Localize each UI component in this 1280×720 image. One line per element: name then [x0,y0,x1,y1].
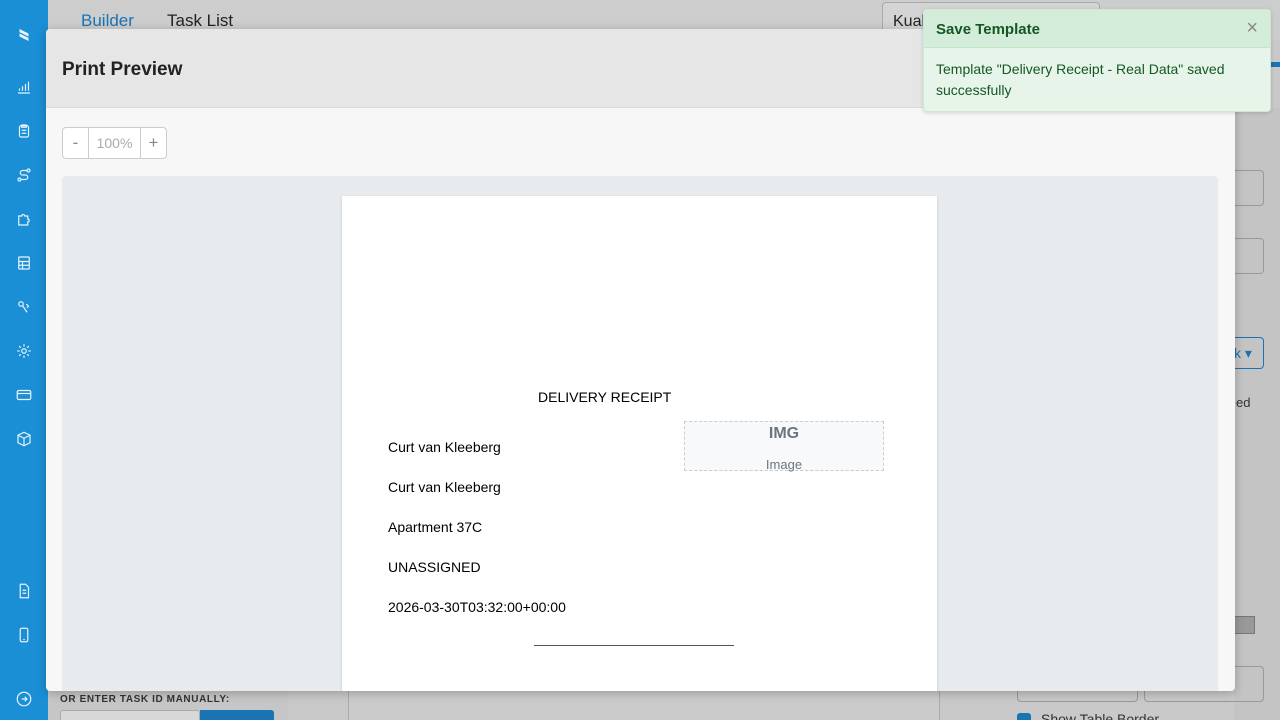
image-placeholder: IMG Image [684,421,884,472]
signature-line [534,645,734,646]
success-toast: Save Template × Template "Delivery Recei… [923,9,1271,112]
task-id-input[interactable] [60,710,200,720]
gas-icon[interactable] [12,295,36,319]
zoom-out-button[interactable]: - [63,128,88,158]
sidebar [0,0,48,720]
card-icon[interactable] [12,383,36,407]
receipt-line: UNASSIGNED [388,559,481,575]
phone-icon[interactable] [12,623,36,647]
color-swatch[interactable] [1234,616,1255,634]
property-text: ed [1236,395,1251,410]
show-table-border-label: Show Table Border [1041,711,1160,720]
preview-area: DELIVERY RECEIPT Curt van Kleeberg Curt … [62,176,1218,691]
puzzle-icon[interactable] [12,207,36,231]
task-id-submit-button[interactable] [200,710,274,720]
receipt-line: Curt van Kleeberg [388,439,501,455]
toast-message: Template "Delivery Receipt - Real Data" … [936,61,1225,98]
zoom-control: - 100% + [62,127,167,159]
box-icon[interactable] [12,427,36,451]
zoom-level: 100% [88,128,141,158]
logo-icon[interactable] [12,23,36,47]
toast-title: Save Template [936,21,1040,38]
table-icon[interactable] [12,251,36,275]
receipt-line: 2026-03-30T03:32:00+00:00 [388,599,566,615]
tab-builder[interactable]: Builder [81,11,134,31]
receipt-line: Apartment 37C [388,519,483,535]
property-input[interactable] [1234,238,1264,274]
gear-icon[interactable] [12,339,36,363]
receipt-page: DELIVERY RECEIPT Curt van Kleeberg Curt … [342,196,937,691]
receipt-line: Curt van Kleeberg [388,479,501,495]
image-placeholder-label: IMG [768,425,800,442]
logout-icon[interactable] [12,687,36,711]
tab-task-list[interactable]: Task List [167,11,233,31]
task-id-label: OR ENTER TASK ID MANUALLY: [60,694,230,705]
property-input[interactable] [1234,170,1264,206]
builder-canvas [348,690,940,720]
modal-title: Print Preview [62,59,183,80]
receipt-title: DELIVERY RECEIPT [538,389,672,405]
clipboard-icon[interactable] [12,119,36,143]
chart-icon[interactable] [12,75,36,99]
property-dropdown[interactable]: k ▾ [1234,337,1264,369]
show-table-border-checkbox[interactable] [1017,713,1031,720]
toast-header: Save Template × [924,10,1270,48]
document-icon[interactable] [12,579,36,603]
close-icon[interactable]: × [1246,17,1258,40]
image-placeholder-caption: Image [765,457,803,472]
route-icon[interactable] [12,163,36,187]
print-preview-modal: Print Preview - 100% + DELIVERY RECEIPT … [46,29,1235,691]
dropdown-label: k [1234,345,1241,361]
zoom-in-button[interactable]: + [141,128,166,158]
